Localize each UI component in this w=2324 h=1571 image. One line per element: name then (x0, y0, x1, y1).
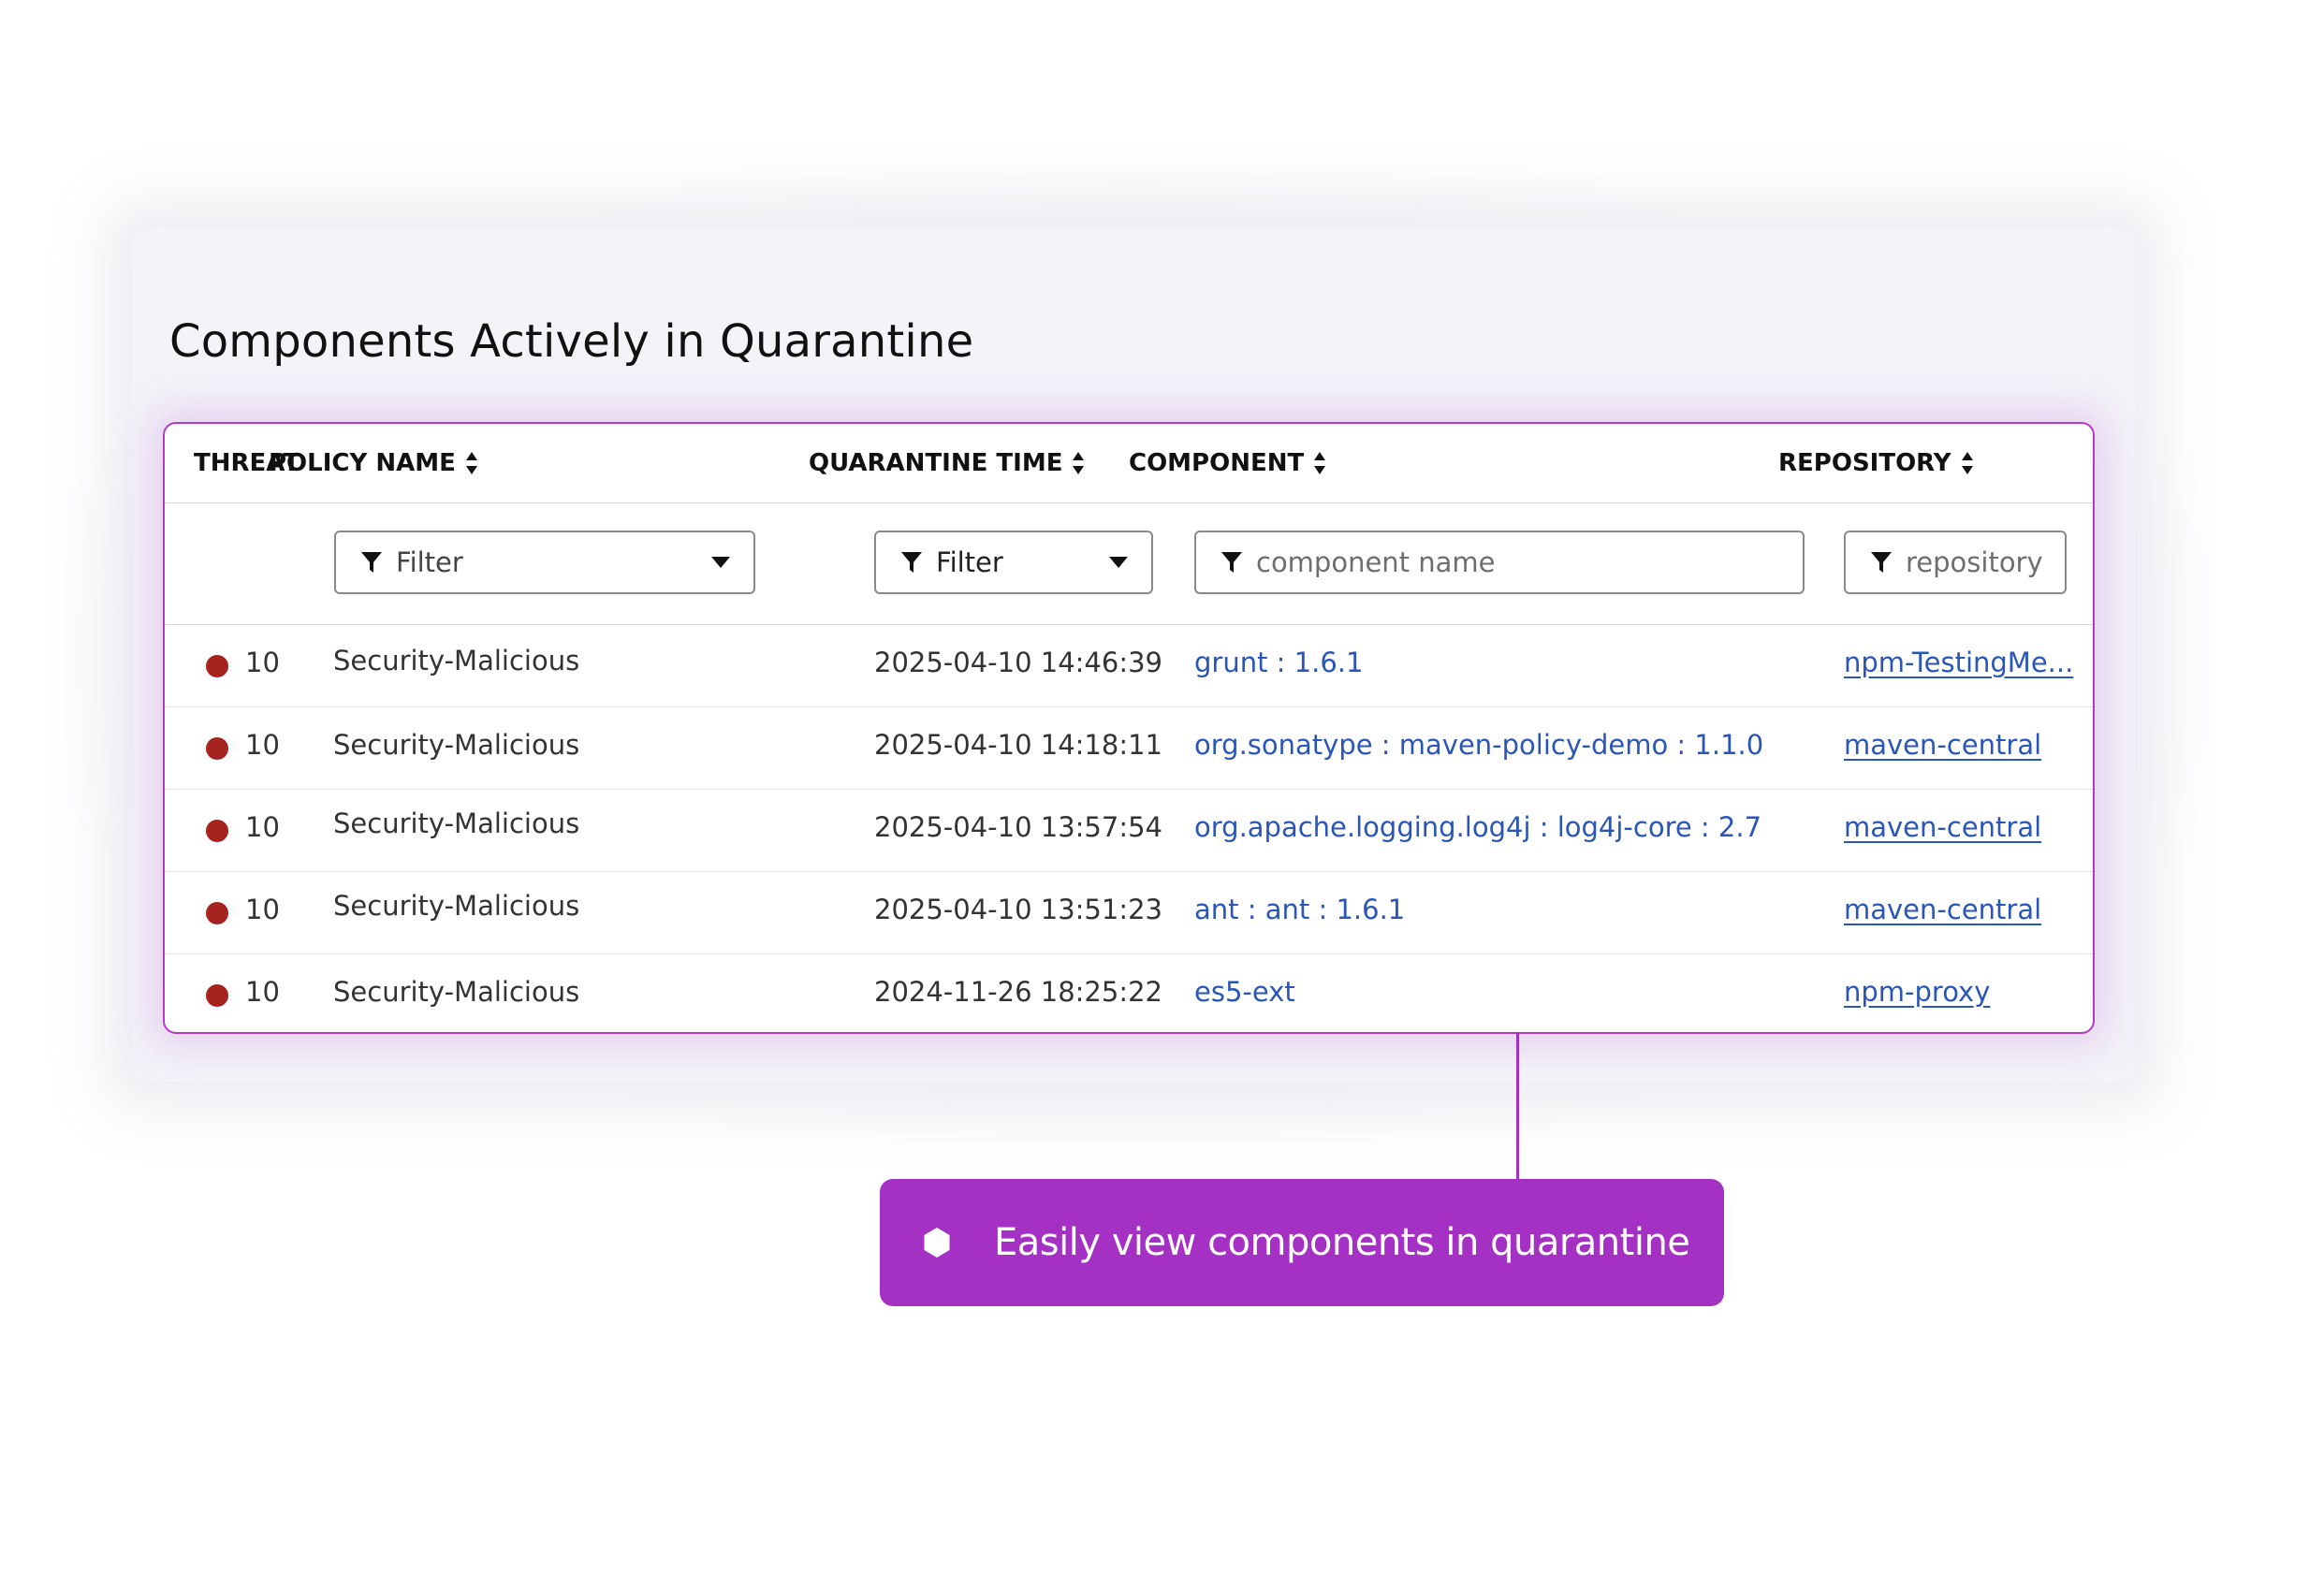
quarantine-time: 2024-11-26 18:25:22 (874, 976, 1162, 1008)
threat-level: 10 (245, 894, 280, 925)
column-header-component[interactable]: COMPONENT (1129, 449, 1326, 477)
component-link[interactable]: ant : ant : 1.6.1 (1194, 894, 1405, 925)
page-title: Components Actively in Quarantine (169, 315, 974, 368)
callout-text: Easily view components in quarantine (994, 1221, 1690, 1264)
column-header-repository[interactable]: REPOSITORY (1778, 449, 1974, 477)
repository-link[interactable]: maven-central (1844, 894, 2041, 925)
callout-connector-line (1516, 1032, 1519, 1182)
threat-level: 10 (245, 647, 280, 678)
hexagon-icon (924, 1228, 950, 1258)
threat-dot-icon (206, 984, 228, 1007)
component-link[interactable]: es5-ext (1194, 976, 1295, 1008)
quarantine-time-filter-value: Filter (936, 546, 1003, 578)
column-header-policy-name[interactable]: POLICY NAME (269, 449, 478, 477)
repository-filter-input[interactable]: repository (1844, 531, 2067, 594)
filter-row: Filter Filter component name repository (165, 502, 2093, 625)
component-link[interactable]: org.sonatype : maven-policy-demo : 1.1.0 (1194, 729, 1763, 761)
threat-level: 10 (245, 976, 280, 1008)
table-row[interactable]: 10 Security-Malicious 2025-04-10 14:46:3… (165, 624, 2093, 707)
sort-icon[interactable] (1313, 451, 1326, 475)
threat-dot-icon (206, 902, 228, 924)
table-row[interactable]: 10 Security-Malicious 2025-04-10 13:51:2… (165, 871, 2093, 954)
table-header: THREAT POLICY NAME QUARANTINE TIME COMPO… (165, 424, 2093, 503)
component-filter-placeholder: component name (1256, 546, 1496, 578)
column-header-quarantine-time[interactable]: QUARANTINE TIME (809, 449, 1085, 477)
filter-icon (1221, 552, 1242, 573)
threat-dot-icon (206, 655, 228, 677)
quarantine-table: THREAT POLICY NAME QUARANTINE TIME COMPO… (163, 422, 2095, 1034)
feature-callout: Easily view components in quarantine (880, 1179, 1724, 1306)
column-header-repository-label: REPOSITORY (1778, 449, 1951, 477)
table-row[interactable]: 10 Security-Malicious 2025-04-10 13:57:5… (165, 789, 2093, 872)
threat-dot-icon (206, 737, 228, 760)
policy-name: Security-Malicious (333, 645, 580, 676)
table-row[interactable]: 10 Security-Malicious 2024-11-26 18:25:2… (165, 953, 2093, 1032)
filter-icon (1871, 552, 1892, 573)
policy-name-filter-select[interactable]: Filter (334, 531, 755, 594)
filter-icon (901, 552, 922, 573)
policy-name: Security-Malicious (333, 807, 580, 839)
threat-dot-icon (206, 820, 228, 842)
sort-icon[interactable] (1072, 451, 1085, 475)
caret-down-icon (711, 557, 730, 568)
sort-icon[interactable] (465, 451, 478, 475)
caret-down-icon (1109, 557, 1128, 568)
repository-link[interactable]: npm-TestingMe... (1844, 647, 2073, 678)
quarantine-time: 2025-04-10 13:51:23 (874, 894, 1162, 925)
policy-name: Security-Malicious (333, 890, 580, 922)
sort-icon[interactable] (1961, 451, 1974, 475)
policy-name: Security-Malicious (333, 729, 580, 761)
quarantine-time-filter-select[interactable]: Filter (874, 531, 1153, 594)
repository-link[interactable]: maven-central (1844, 729, 2041, 761)
component-link[interactable]: grunt : 1.6.1 (1194, 647, 1363, 678)
quarantine-time: 2025-04-10 14:18:11 (874, 729, 1162, 761)
quarantine-time: 2025-04-10 14:46:39 (874, 647, 1162, 678)
component-filter-input[interactable]: component name (1194, 531, 1805, 594)
repository-link[interactable]: maven-central (1844, 811, 2041, 843)
threat-level: 10 (245, 811, 280, 843)
quarantine-time: 2025-04-10 13:57:54 (874, 811, 1162, 843)
policy-name: Security-Malicious (333, 976, 580, 1008)
filter-icon (361, 552, 382, 573)
repository-link[interactable]: npm-proxy (1844, 976, 1990, 1008)
column-header-quarantine-time-label: QUARANTINE TIME (809, 449, 1063, 477)
table-row[interactable]: 10 Security-Malicious 2025-04-10 14:18:1… (165, 706, 2093, 790)
component-link[interactable]: org.apache.logging.log4j : log4j-core : … (1194, 811, 1761, 843)
column-header-policy-name-label: POLICY NAME (269, 449, 456, 477)
column-header-component-label: COMPONENT (1129, 449, 1305, 477)
policy-name-filter-value: Filter (396, 546, 463, 578)
threat-level: 10 (245, 729, 280, 761)
repository-filter-placeholder: repository (1906, 546, 2043, 578)
